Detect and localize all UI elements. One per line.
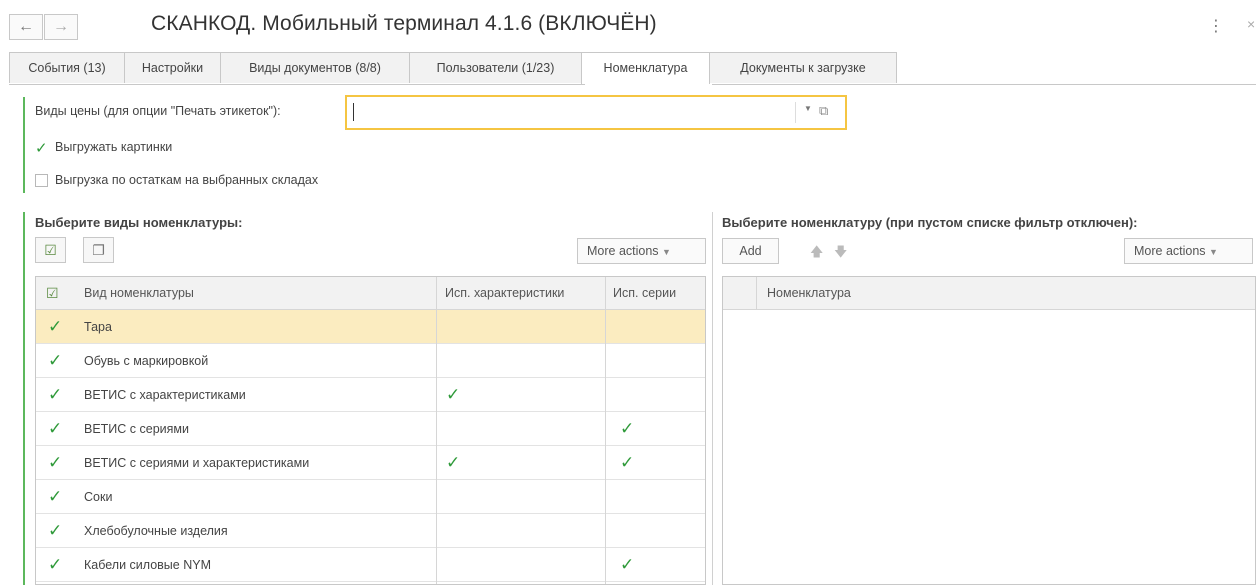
row-checkbox[interactable]: ✓: [48, 344, 62, 378]
row-checkbox[interactable]: ✓: [48, 548, 62, 582]
right-section-title: Выберите номенклатуру (при пустом списке…: [722, 215, 1138, 230]
tab-document-types[interactable]: Виды документов (8/8): [220, 52, 410, 83]
tab-settings[interactable]: Настройки: [124, 52, 221, 83]
export-images-label: Выгружать картинки: [55, 140, 173, 154]
page-title: СКАНКОД. Мобильный терминал 4.1.6 (ВКЛЮЧ…: [151, 12, 657, 35]
col-separator: [436, 310, 437, 584]
row-name: ВЕТИС с характеристиками: [84, 388, 246, 402]
export-stock-checkbox[interactable]: [35, 174, 48, 187]
right-more-actions-button[interactable]: More actions ▼: [1124, 238, 1253, 264]
tab-nomenclature[interactable]: Номенклатура: [581, 52, 710, 84]
text-cursor: [353, 103, 354, 121]
row-name: ВЕТИС с сериями: [84, 422, 189, 436]
more-actions-label: More actions: [1134, 244, 1206, 258]
row-name: Обувь с маркировкой: [84, 354, 209, 368]
table-header: Номенклатура: [723, 277, 1255, 310]
left-accent-bar: [23, 212, 25, 585]
row-name: Соки: [84, 490, 113, 504]
tab-documents-to-load[interactable]: Документы к загрузке: [709, 52, 897, 83]
combo-separator: [795, 102, 796, 123]
move-down-icon[interactable]: 🡇: [834, 243, 847, 265]
col-separator: [605, 310, 606, 584]
arrow-left-icon: ←: [18, 18, 34, 35]
characteristics-check-icon: ✓: [446, 385, 461, 404]
forward-button[interactable]: →: [44, 14, 78, 40]
group-accent-bar: [23, 97, 25, 193]
col-nomenclature-type[interactable]: Вид номенклатуры: [84, 277, 194, 309]
back-button[interactable]: ←: [9, 14, 43, 40]
tab-events[interactable]: События (13): [9, 52, 125, 83]
left-more-actions-button[interactable]: More actions ▼: [577, 238, 706, 264]
col-separator: [436, 277, 437, 310]
check-all-button[interactable]: ☑: [35, 237, 66, 263]
chevron-down-icon: ▼: [1209, 247, 1218, 257]
open-form-icon[interactable]: ⧉: [819, 103, 828, 119]
nomenclature-table: Номенклатура: [722, 276, 1256, 585]
row-checkbox[interactable]: ✓: [48, 514, 62, 548]
characteristics-check-icon: ✓: [446, 453, 461, 472]
close-icon[interactable]: ×: [1247, 16, 1255, 32]
row-checkbox[interactable]: ✓: [48, 480, 62, 514]
more-actions-label: More actions: [587, 244, 659, 258]
price-type-label: Виды цены (для опции "Печать этикеток"):: [35, 104, 281, 118]
row-checkbox[interactable]: ✓: [48, 378, 62, 412]
active-tab-gap: [585, 84, 712, 85]
checkmark-icon: ✓: [35, 140, 48, 157]
col-separator: [756, 277, 757, 310]
uncheck-all-button[interactable]: ❐: [83, 237, 114, 263]
left-section-title: Выберите виды номенклатуры:: [35, 215, 243, 230]
uncheck-all-icon: ❐: [92, 242, 105, 258]
col-separator: [605, 277, 606, 310]
series-check-icon: ✓: [620, 453, 635, 472]
col-use-characteristics[interactable]: Исп. характеристики: [445, 277, 564, 309]
tab-bar: События (13) Настройки Виды документов (…: [9, 52, 897, 84]
export-images-checkbox[interactable]: ✓: [35, 140, 48, 157]
export-stock-label: Выгрузка по остаткам на выбранных склада…: [55, 173, 319, 187]
col-use-series[interactable]: Исп. серии: [613, 277, 676, 309]
row-name: ВЕТИС с сериями и характеристиками: [84, 456, 310, 470]
series-check-icon: ✓: [620, 419, 635, 438]
header-check-icon[interactable]: ☑: [46, 277, 59, 309]
row-checkbox[interactable]: ✓: [48, 446, 62, 480]
dropdown-arrow-icon[interactable]: ▼: [804, 104, 812, 113]
section-divider: [712, 212, 713, 585]
row-name: Тара: [84, 320, 112, 334]
tab-users[interactable]: Пользователи (1/23): [409, 52, 582, 83]
col-nomenclature[interactable]: Номенклатура: [767, 277, 851, 309]
row-checkbox[interactable]: ✓: [48, 412, 62, 446]
check-all-icon: ☑: [44, 242, 57, 258]
move-up-icon[interactable]: 🡅: [810, 243, 823, 265]
add-button[interactable]: Add: [722, 238, 779, 264]
row-name: Кабели силовые NYM: [84, 558, 211, 572]
row-name: Хлебобулочные изделия: [84, 524, 228, 538]
row-checkbox[interactable]: ✓: [48, 310, 62, 344]
price-type-input[interactable]: ▼ ⧉: [345, 95, 847, 130]
arrow-right-icon: →: [53, 18, 69, 35]
more-menu-icon[interactable]: ⋮: [1208, 16, 1224, 36]
chevron-down-icon: ▼: [662, 247, 671, 257]
nomenclature-types-table: ☑ Вид номенклатуры Исп. характеристики И…: [35, 276, 706, 585]
series-check-icon: ✓: [620, 555, 635, 574]
